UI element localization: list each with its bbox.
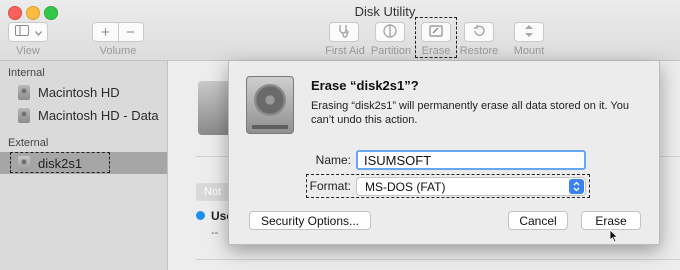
hard-drive-icon (246, 76, 294, 134)
cancel-button[interactable]: Cancel (508, 211, 568, 230)
sidebar-item-macintosh-hd-data[interactable]: Macintosh HD - Data (0, 104, 167, 126)
view-label: View (16, 45, 40, 57)
view-button[interactable] (8, 22, 48, 42)
sidebar-view-icon (14, 25, 29, 39)
chevron-down-icon (34, 25, 42, 39)
toolbar: Disk Utility View + − Volume First Aid P… (0, 0, 680, 61)
name-label: Name: (315, 153, 351, 167)
sidebar-item-macintosh-hd[interactable]: Macintosh HD (0, 81, 167, 103)
restore-label: Restore (459, 45, 499, 57)
first-aid-label: First Aid (325, 45, 365, 57)
plus-icon[interactable]: + (93, 24, 118, 41)
restore-icon (472, 24, 486, 41)
mount-button[interactable] (514, 22, 544, 42)
erase-confirm-button[interactable]: Erase (581, 211, 641, 230)
erase-dialog: Erase “disk2s1”? Erasing “disk2s1” will … (228, 61, 660, 245)
security-options-button[interactable]: Security Options... (249, 211, 371, 230)
selection-highlight (10, 152, 110, 173)
format-select[interactable]: MS-DOS (FAT) (356, 177, 586, 196)
mount-label: Mount (513, 45, 545, 57)
dialog-title: Erase “disk2s1”? (311, 78, 419, 93)
name-field[interactable] (356, 150, 586, 170)
sidebar: Internal Macintosh HD Macintosh HD - Dat… (0, 61, 168, 270)
divider (196, 259, 680, 260)
restore-button[interactable] (464, 22, 494, 42)
mouse-cursor-icon (609, 229, 619, 246)
select-arrows-icon (569, 179, 584, 194)
hard-drive-icon (18, 84, 30, 100)
format-label: Format: (309, 179, 351, 193)
sidebar-header-external: External (8, 137, 49, 149)
stethoscope-icon (337, 24, 351, 41)
minus-icon[interactable]: − (118, 24, 143, 41)
first-aid-button[interactable] (329, 22, 359, 42)
used-legend-dot (196, 211, 205, 220)
partition-button[interactable] (375, 22, 405, 42)
sidebar-header-internal: Internal (8, 67, 45, 79)
mount-icon (522, 24, 536, 41)
dialog-message: Erasing “disk2s1” will permanently erase… (311, 100, 629, 126)
partition-label: Partition (370, 45, 412, 57)
erase-highlight (415, 17, 457, 58)
format-value: MS-DOS (FAT) (365, 179, 446, 194)
sidebar-item-label: Macintosh HD (38, 84, 120, 100)
sidebar-item-label: Macintosh HD - Data (38, 107, 159, 123)
hard-drive-icon (18, 107, 30, 123)
volume-label: Volume (99, 45, 137, 57)
used-legend-value: -- (211, 227, 219, 239)
window-title: Disk Utility (354, 4, 416, 19)
partition-icon (383, 23, 397, 41)
segment-divider (118, 22, 119, 42)
